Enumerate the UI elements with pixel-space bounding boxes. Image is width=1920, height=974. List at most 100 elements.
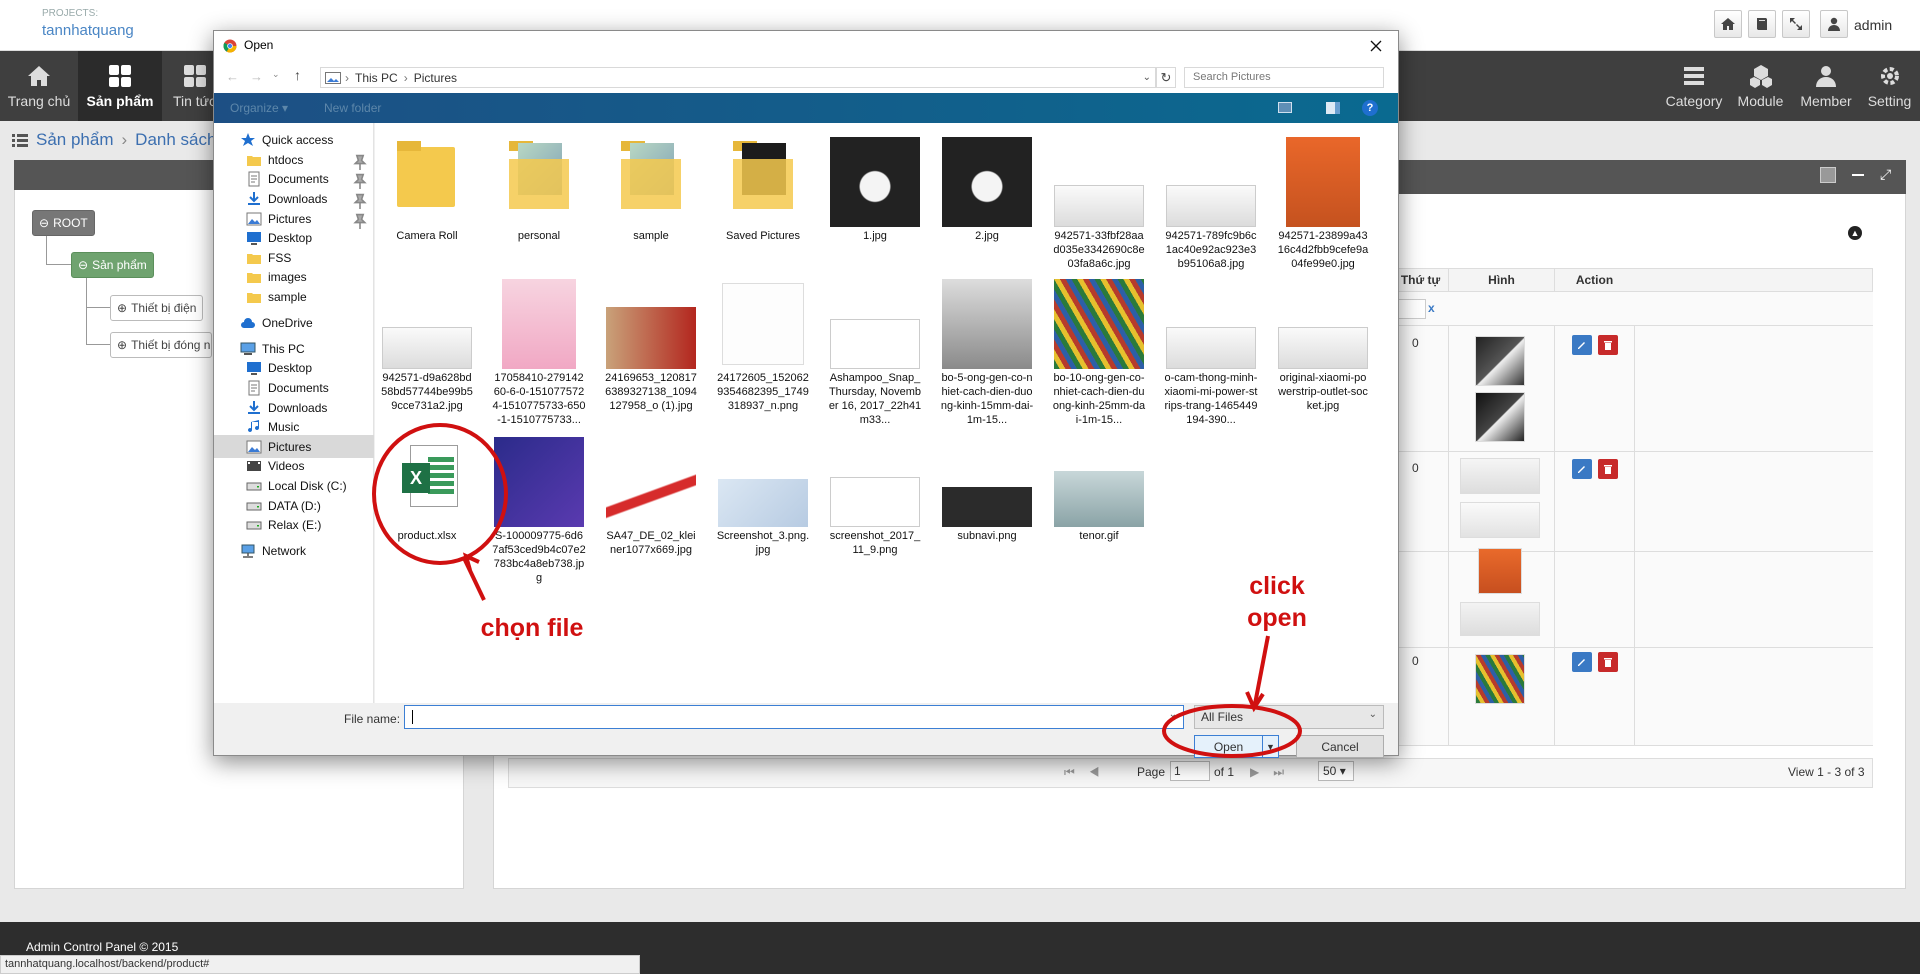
user-button[interactable] <box>1820 10 1848 38</box>
image-thumbnail <box>830 437 920 527</box>
chevron-down-icon[interactable]: ⌄ <box>1169 709 1177 720</box>
chevron-down-icon[interactable]: ⌄ <box>1143 72 1151 83</box>
column-order[interactable]: Thứ tự <box>1392 268 1448 292</box>
image-thumbnail <box>942 137 1032 227</box>
file-item[interactable]: o-cam-thong-minh-xiaomi-mi-power-strips-… <box>1164 279 1258 437</box>
file-item[interactable]: 17058410-27914260-6-0-1510775724-1510775… <box>492 279 586 437</box>
panel-square-button[interactable] <box>1820 167 1836 183</box>
nav-module[interactable]: Module <box>1728 51 1793 121</box>
delete-button[interactable] <box>1598 459 1618 479</box>
delete-button[interactable] <box>1598 652 1618 672</box>
file-item[interactable]: Ashampoo_Snap_Thursday, November 16, 201… <box>828 279 922 437</box>
edit-button[interactable] <box>1572 652 1592 672</box>
fullscreen-button[interactable] <box>1782 10 1810 38</box>
file-item[interactable]: S-100009775-6d67af53ced9b4c07e2783bc4a8e… <box>492 437 586 587</box>
open-button[interactable]: Open ▼ <box>1194 735 1279 758</box>
admin-username[interactable]: admin <box>1854 17 1892 33</box>
file-item[interactable]: 942571-d9a628bd58bd57744be99b59cce731a2.… <box>380 279 474 437</box>
file-item[interactable]: bo-10-ong-gen-co-nhiet-cach-dien-duong-k… <box>1052 279 1146 437</box>
folder-icon <box>718 137 808 227</box>
file-item[interactable]: 24172605_1520629354682395_1749318937_n.p… <box>716 279 810 437</box>
file-item[interactable]: original-xiaomi-powerstrip-outlet-socket… <box>1276 279 1370 437</box>
home-button[interactable] <box>1714 10 1742 38</box>
book-button[interactable] <box>1748 10 1776 38</box>
file-item[interactable]: bo-5-ong-gen-co-nhiet-cach-dien-duong-ki… <box>940 279 1034 437</box>
project-name-link[interactable]: tannhatquang <box>42 22 134 39</box>
collapse-icon[interactable]: ▲ <box>1848 226 1862 240</box>
nav-pane-item[interactable]: OneDrive <box>214 311 374 334</box>
panel-expand-icon[interactable]: ⤢ <box>1880 166 1896 182</box>
network-icon <box>241 544 255 558</box>
address-segment[interactable]: This PC <box>355 71 398 85</box>
pager-nav-icons[interactable]: ⏮◀ <box>1064 765 1114 780</box>
refresh-button[interactable]: ↻ <box>1156 67 1176 88</box>
forward-arrow-icon[interactable]: → <box>250 69 263 84</box>
file-item[interactable]: 2.jpg <box>940 137 1034 279</box>
file-item[interactable]: Screenshot_3.png.jpg <box>716 437 810 587</box>
file-item[interactable]: Xproduct.xlsx <box>380 437 474 587</box>
preview-pane-icon[interactable] <box>1326 102 1340 114</box>
file-item[interactable]: 942571-23899a4316c4d2fbb9cefe9a04fe99e0.… <box>1276 137 1370 279</box>
cancel-button[interactable]: Cancel <box>1296 735 1384 758</box>
file-item[interactable]: Camera Roll <box>380 137 474 279</box>
grid-icon <box>183 65 206 87</box>
new-folder-button[interactable]: New folder <box>324 101 381 115</box>
nav-category[interactable]: Category <box>1660 51 1728 121</box>
tree-child-node[interactable]: ⊕ Thiết bị điện <box>110 295 204 321</box>
pager-nav-icons[interactable]: ▶⏭ <box>1250 765 1298 780</box>
column-action[interactable]: Action <box>1554 268 1634 292</box>
file-item[interactable]: 24169653_1208176389327138_1094127958_o (… <box>604 279 698 437</box>
nav-member[interactable]: Member <box>1793 51 1859 121</box>
file-item[interactable]: tenor.gif <box>1052 437 1146 587</box>
nav-setting[interactable]: Setting <box>1859 51 1920 121</box>
column-divider <box>1554 326 1555 746</box>
dialog-close-button[interactable] <box>1364 35 1388 57</box>
breadcrumb-first[interactable]: Sản phẩm <box>36 130 114 150</box>
file-item[interactable]: Saved Pictures <box>716 137 810 279</box>
clear-filter-link[interactable]: x <box>1428 301 1435 315</box>
pager-page-input[interactable]: 1 <box>1170 761 1210 781</box>
image-thumbnail <box>1054 279 1144 369</box>
column-image[interactable]: Hình <box>1448 268 1554 292</box>
tree-category-node[interactable]: ⊖ Sản phẩm <box>71 252 154 278</box>
file-type-select[interactable]: All Files ⌄ <box>1194 705 1384 729</box>
nav-pane-item-label: OneDrive <box>262 315 313 330</box>
file-item[interactable]: 942571-789fc9b6c1ac40e92ac923e3b95106a8.… <box>1164 137 1258 279</box>
address-segment[interactable]: Pictures <box>414 71 457 85</box>
file-item[interactable]: SA47_DE_02_kleiner1077x669.jpg <box>604 437 698 587</box>
tree-root-node[interactable]: ⊖ ROOT <box>32 210 95 236</box>
page-size-select[interactable]: 50 ▾ <box>1318 761 1354 781</box>
nav-pane-item[interactable]: Relax (E:) <box>214 513 374 536</box>
nav-pane-item[interactable]: sample <box>214 285 374 308</box>
file-item[interactable]: personal <box>492 137 586 279</box>
drive-icon <box>246 521 262 529</box>
file-name-input[interactable]: ⌄ <box>404 705 1184 729</box>
file-item[interactable]: subnavi.png <box>940 437 1034 587</box>
view-options-icon[interactable] <box>1278 102 1292 113</box>
edit-button[interactable] <box>1572 459 1592 479</box>
nav-home[interactable]: Trang chủ <box>0 51 78 121</box>
search-input[interactable]: Search Pictures <box>1184 67 1384 88</box>
file-item[interactable]: sample <box>604 137 698 279</box>
up-arrow-icon[interactable]: ↑ <box>294 67 301 83</box>
delete-button[interactable] <box>1598 335 1618 355</box>
trash-icon <box>1604 658 1612 667</box>
nav-products[interactable]: Sản phẩm <box>78 51 162 121</box>
tree-child-node[interactable]: ⊕ Thiết bị đóng ngắt <box>110 332 212 358</box>
recent-chevron-icon[interactable]: ⌄ <box>272 69 280 80</box>
order-filter-input[interactable] <box>1396 299 1426 319</box>
organize-button[interactable]: Organize ▾ <box>230 101 288 115</box>
edit-button[interactable] <box>1572 335 1592 355</box>
back-arrow-icon[interactable]: ← <box>226 69 239 84</box>
file-item[interactable]: 1.jpg <box>828 137 922 279</box>
breadcrumb: Sản phẩm › Danh sách <box>12 128 216 152</box>
panel-minimize-button[interactable] <box>1852 174 1864 176</box>
help-icon[interactable]: ? <box>1362 100 1378 116</box>
open-dropdown-icon[interactable]: ▼ <box>1262 736 1278 757</box>
file-item[interactable]: screenshot_2017_11_9.png <box>828 437 922 587</box>
file-item[interactable]: 942571-33fbf28aad035e3342690c8e03fa8a6c.… <box>1052 137 1146 279</box>
address-bar[interactable]: › This PC › Pictures ⌄ <box>320 67 1156 88</box>
plus-circle-icon: ⊕ <box>117 301 128 315</box>
nav-pane-item[interactable]: Network <box>214 539 374 562</box>
column-divider <box>1634 326 1635 746</box>
